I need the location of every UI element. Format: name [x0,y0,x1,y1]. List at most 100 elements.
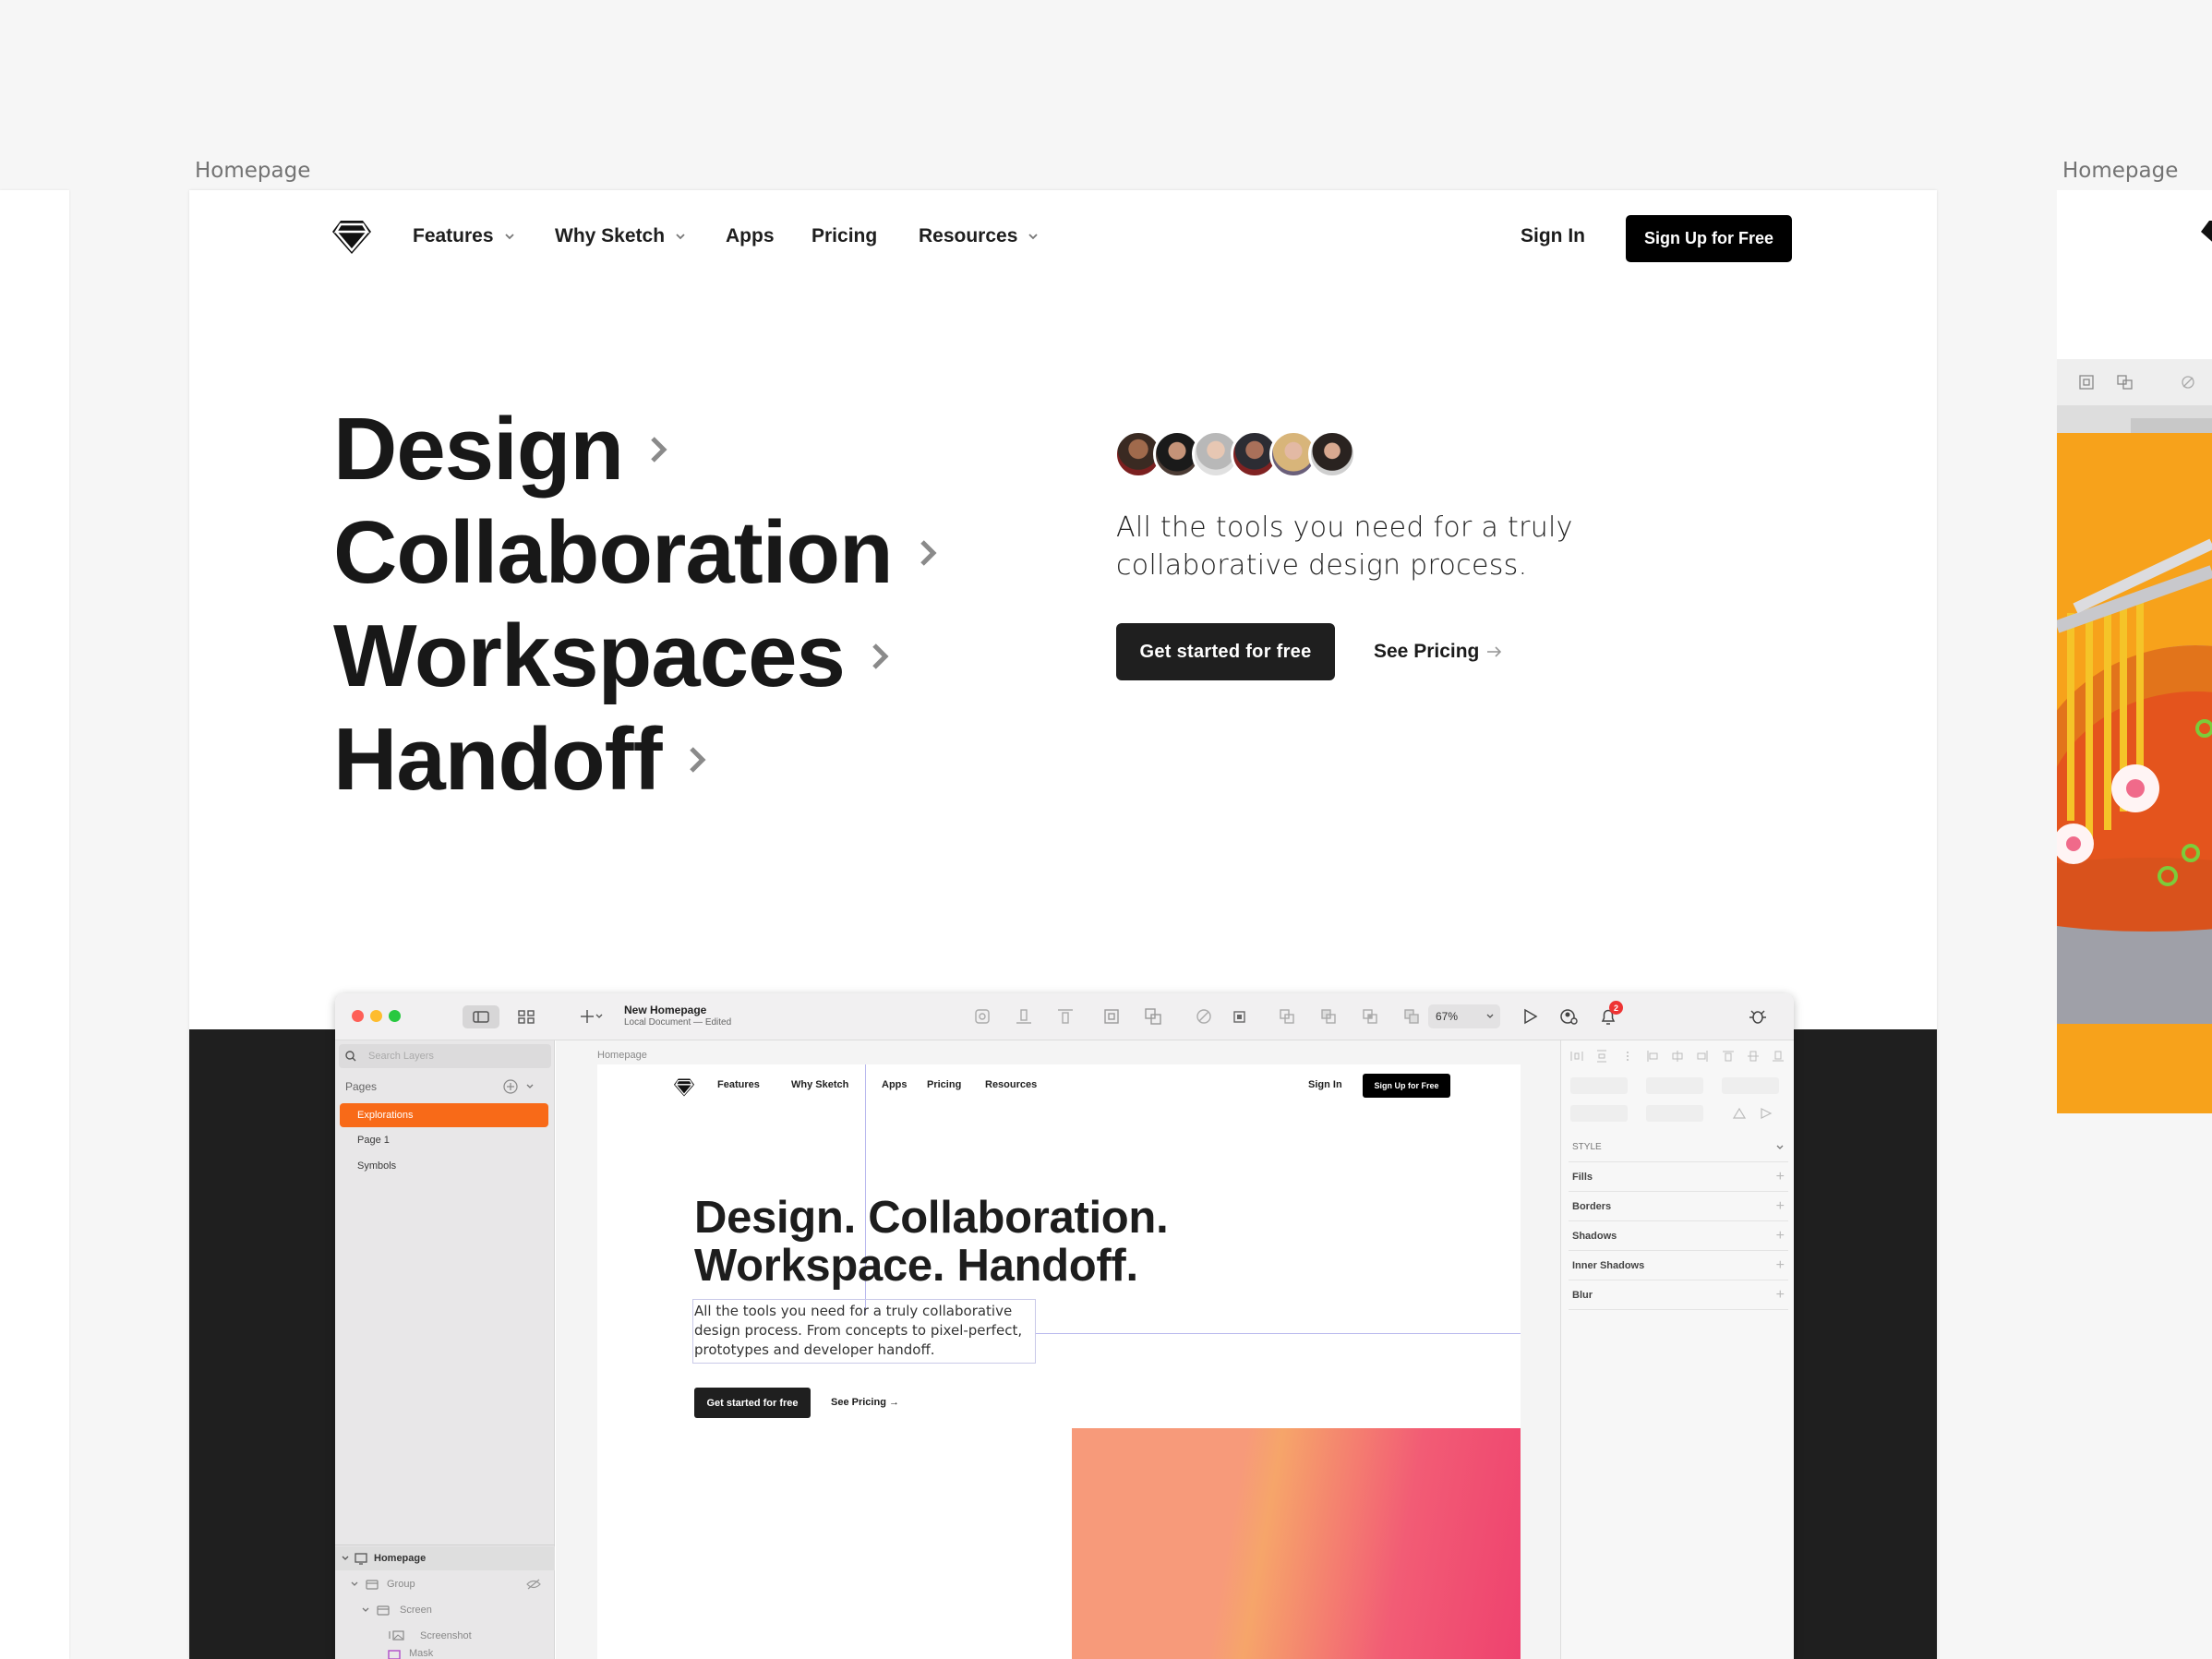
close-window-button[interactable] [352,1010,364,1022]
artboard-label-right[interactable]: Homepage [2062,159,2178,183]
mask-icon[interactable] [2179,374,2197,391]
height-field[interactable] [1646,1105,1703,1122]
create-symbol-icon[interactable] [972,1006,992,1027]
distribute-horizontal-icon[interactable] [1570,1050,1583,1063]
cloud-user-icon[interactable] [1558,1006,1579,1027]
homepage-artboard[interactable]: Features Why Sketch Apps Pricing Resourc… [189,190,1937,1659]
sketch-logo-icon[interactable] [331,220,372,255]
layer-row-group[interactable]: Group [335,1572,555,1596]
hidden-eye-icon[interactable] [525,1578,542,1591]
add-shadow-icon[interactable]: + [1776,1228,1785,1244]
align-top-icon[interactable] [1722,1050,1735,1063]
blur-label: Blur [1572,1289,1593,1301]
align-bottom-icon[interactable] [1014,1006,1034,1027]
left-artboard[interactable] [0,190,69,1659]
search-layers-field[interactable]: Search Layers [339,1044,551,1068]
hero-link-design[interactable]: Design [333,399,669,500]
hero-link-handoff[interactable]: Handoff [333,709,708,811]
chevron-right-icon [689,747,706,773]
canvas-artboard-label[interactable]: Homepage [597,1050,647,1061]
align-center-icon[interactable] [1671,1050,1684,1063]
more-icon[interactable] [1621,1050,1634,1063]
distribute-vertical-icon[interactable] [1595,1050,1608,1063]
align-middle-icon[interactable] [1747,1050,1760,1063]
design-canvas[interactable]: Homepage Features Why Sketch Apps Pricin… [556,1040,1572,1659]
chevron-down-icon[interactable] [524,1082,535,1091]
bug-icon[interactable] [1748,1006,1768,1027]
artboard-icon [355,1553,367,1565]
layer-row-screen[interactable]: Screen [335,1598,555,1622]
see-pricing-label: See Pricing [1374,641,1480,662]
blur-row[interactable]: Blur + [1569,1280,1788,1310]
see-pricing-link[interactable]: See Pricing [1374,641,1503,663]
align-right-icon[interactable] [1696,1050,1709,1063]
scale-icon[interactable] [1101,1006,1122,1027]
document-title[interactable]: New Homepage [624,1004,706,1016]
nav-apps[interactable]: Apps [726,225,775,247]
fills-row[interactable]: Fills + [1569,1162,1788,1192]
inner-shadows-row[interactable]: Inner Shadows + [1569,1251,1788,1280]
nav-pricing[interactable]: Pricing [811,225,877,247]
hero-tagline: All the tools you need for a truly colla… [1116,511,1573,582]
width-field[interactable] [1570,1105,1628,1122]
maximize-window-button[interactable] [389,1010,401,1022]
lock-ratio-icon[interactable] [1732,1107,1747,1120]
add-border-icon[interactable]: + [1776,1198,1785,1215]
align-left-icon[interactable] [1646,1050,1659,1063]
intersect-icon[interactable] [1360,1006,1380,1027]
sign-up-button[interactable]: Sign Up for Free [1626,215,1792,262]
layer-row-screenshot[interactable]: Screenshot [335,1624,555,1648]
shadows-label: Shadows [1572,1230,1617,1242]
grid-view-icon[interactable] [516,1006,536,1027]
page-item-explorations[interactable]: Explorations [340,1103,548,1127]
nav-why-sketch[interactable]: Why Sketch [555,225,687,247]
mask-icon[interactable] [1194,1006,1214,1027]
sidebar-toggle-button[interactable] [463,1005,499,1028]
y-position-field[interactable] [1646,1077,1703,1094]
resize-icon[interactable] [1231,1006,1251,1027]
right-artboard[interactable] [2057,190,2212,1113]
flatten-icon[interactable] [1143,1006,1163,1027]
difference-icon[interactable] [1401,1006,1422,1027]
mini-homepage-artboard[interactable]: Features Why Sketch Apps Pricing Resourc… [597,1064,1521,1659]
shadows-row[interactable]: Shadows + [1569,1221,1788,1251]
layer-row-homepage[interactable]: Homepage [335,1546,555,1570]
right-canvas-strip [2057,405,2212,433]
flip-icon[interactable] [1760,1107,1774,1120]
add-blur-icon[interactable]: + [1776,1287,1785,1304]
hero-link-collaboration[interactable]: Collaboration [333,502,939,604]
page-item-page-1[interactable]: Page 1 [357,1135,390,1146]
union-icon[interactable] [1277,1006,1297,1027]
minimize-window-button[interactable] [370,1010,382,1022]
zoom-select[interactable]: 67% [1428,1004,1500,1028]
subtract-icon[interactable] [1318,1006,1339,1027]
rotation-field[interactable] [1722,1077,1779,1094]
page-item-symbols[interactable]: Symbols [357,1160,396,1172]
chevron-down-icon[interactable] [594,1006,605,1027]
nav-features[interactable]: Features [413,225,516,247]
chevron-down-icon [1486,1014,1494,1018]
sign-in-link[interactable]: Sign In [1521,225,1585,247]
add-inner-shadow-icon[interactable]: + [1776,1257,1785,1274]
x-position-field[interactable] [1570,1077,1628,1094]
borders-row[interactable]: Borders + [1569,1192,1788,1221]
nav-features-label: Features [413,225,494,246]
hero-link-workspaces[interactable]: Workspaces [333,606,891,707]
search-icon [345,1051,356,1062]
scale-icon[interactable] [2077,374,2096,391]
chevron-down-icon [1776,1145,1784,1149]
site-nav: Features Why Sketch Apps Pricing Resourc… [189,190,1937,286]
get-started-button[interactable]: Get started for free [1116,623,1335,680]
disclosure-down-icon [362,1607,369,1612]
align-bottom-icon[interactable] [1772,1050,1785,1063]
flatten-icon[interactable] [2116,374,2134,391]
play-icon[interactable] [1520,1006,1540,1027]
layer-row-mask[interactable]: Mask [335,1648,555,1659]
nav-resources[interactable]: Resources [919,225,1040,247]
artboard-label[interactable]: Homepage [195,159,310,183]
mini-nav-features: Features [717,1079,760,1090]
align-top-icon[interactable] [1055,1006,1076,1027]
add-page-icon[interactable] [502,1078,519,1095]
add-fill-icon[interactable]: + [1776,1169,1785,1185]
style-section-header[interactable]: STYLE [1569,1133,1788,1162]
